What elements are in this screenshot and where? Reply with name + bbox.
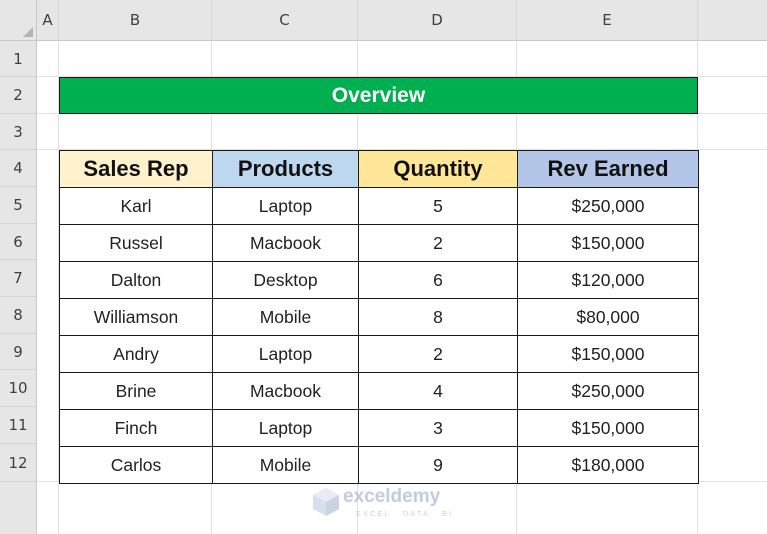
header-rev-earned[interactable]: Rev Earned bbox=[517, 150, 699, 188]
row-header-6[interactable]: 6 bbox=[0, 224, 37, 260]
cell-sales-rep[interactable]: Dalton bbox=[59, 261, 213, 299]
cell-sales-rep[interactable]: Russel bbox=[59, 224, 213, 262]
exceldemy-watermark: exceldemy EXCEL · DATA · BI bbox=[310, 486, 460, 520]
table-row: Dalton Desktop 6 $120,000 bbox=[59, 261, 699, 299]
cell-rev-earned[interactable]: $180,000 bbox=[517, 446, 699, 484]
column-header-c[interactable]: C bbox=[212, 0, 358, 41]
cell-rev-earned[interactable]: $250,000 bbox=[517, 187, 699, 225]
row-header-11[interactable]: 11 bbox=[0, 407, 37, 444]
table-row: Karl Laptop 5 $250,000 bbox=[59, 187, 699, 225]
cell-quantity[interactable]: 9 bbox=[358, 446, 518, 484]
cell-quantity[interactable]: 3 bbox=[358, 409, 518, 447]
row-header-5[interactable]: 5 bbox=[0, 187, 37, 224]
table-row: Carlos Mobile 9 $180,000 bbox=[59, 446, 699, 484]
overview-banner[interactable]: Overview bbox=[59, 77, 698, 114]
cell-rev-earned[interactable]: $250,000 bbox=[517, 372, 699, 410]
cell-quantity[interactable]: 4 bbox=[358, 372, 518, 410]
header-sales-rep[interactable]: Sales Rep bbox=[59, 150, 213, 188]
cell-sales-rep[interactable]: Brine bbox=[59, 372, 213, 410]
cell-sales-rep[interactable]: Andry bbox=[59, 335, 213, 373]
row-header-1[interactable]: 1 bbox=[0, 41, 37, 77]
row-header-empty bbox=[0, 482, 37, 534]
column-header-e[interactable]: E bbox=[517, 0, 698, 41]
cell-rev-earned[interactable]: $150,000 bbox=[517, 224, 699, 262]
cell-quantity[interactable]: 8 bbox=[358, 298, 518, 336]
table-row: Finch Laptop 3 $150,000 bbox=[59, 409, 699, 447]
table-header-row: Sales Rep Products Quantity Rev Earned bbox=[59, 150, 699, 188]
cell-quantity[interactable]: 2 bbox=[358, 224, 518, 262]
row-header-4[interactable]: 4 bbox=[0, 150, 37, 187]
sales-table: Sales Rep Products Quantity Rev Earned K… bbox=[59, 150, 699, 484]
table-row: Williamson Mobile 8 $80,000 bbox=[59, 298, 699, 336]
cell-rev-earned[interactable]: $150,000 bbox=[517, 409, 699, 447]
cell-rev-earned[interactable]: $120,000 bbox=[517, 261, 699, 299]
select-all-corner[interactable] bbox=[0, 0, 37, 41]
cell-quantity[interactable]: 6 bbox=[358, 261, 518, 299]
table-row: Andry Laptop 2 $150,000 bbox=[59, 335, 699, 373]
cell-rev-earned[interactable]: $80,000 bbox=[517, 298, 699, 336]
select-all-triangle-icon bbox=[23, 27, 33, 37]
cell-rev-earned[interactable]: $150,000 bbox=[517, 335, 699, 373]
cell-quantity[interactable]: 5 bbox=[358, 187, 518, 225]
row-header-12[interactable]: 12 bbox=[0, 444, 37, 482]
cell-product[interactable]: Desktop bbox=[212, 261, 359, 299]
row-header-7[interactable]: 7 bbox=[0, 260, 37, 297]
cell-product[interactable]: Laptop bbox=[212, 409, 359, 447]
watermark-brand: exceldemy bbox=[343, 486, 441, 507]
cell-product[interactable]: Macbook bbox=[212, 372, 359, 410]
watermark-tagline: EXCEL · DATA · BI bbox=[356, 509, 454, 518]
row-header-2[interactable]: 2 bbox=[0, 77, 37, 114]
row-header-9[interactable]: 9 bbox=[0, 334, 37, 370]
cell-product[interactable]: Mobile bbox=[212, 446, 359, 484]
cell-sales-rep[interactable]: Karl bbox=[59, 187, 213, 225]
cell-product[interactable]: Mobile bbox=[212, 298, 359, 336]
row-header-3[interactable]: 3 bbox=[0, 114, 37, 150]
table-row: Russel Macbook 2 $150,000 bbox=[59, 224, 699, 262]
header-quantity[interactable]: Quantity bbox=[358, 150, 518, 188]
cell-product[interactable]: Macbook bbox=[212, 224, 359, 262]
exceldemy-logo-icon bbox=[313, 488, 339, 516]
column-header-a[interactable]: A bbox=[37, 0, 59, 41]
row-header-10[interactable]: 10 bbox=[0, 370, 37, 407]
column-header-d[interactable]: D bbox=[358, 0, 517, 41]
cell-product[interactable]: Laptop bbox=[212, 335, 359, 373]
cell-sales-rep[interactable]: Carlos bbox=[59, 446, 213, 484]
column-header-empty bbox=[698, 0, 767, 41]
column-header-b[interactable]: B bbox=[59, 0, 212, 41]
cell-quantity[interactable]: 2 bbox=[358, 335, 518, 373]
row-header-8[interactable]: 8 bbox=[0, 297, 37, 334]
cell-sales-rep[interactable]: Finch bbox=[59, 409, 213, 447]
cell-sales-rep[interactable]: Williamson bbox=[59, 298, 213, 336]
table-row: Brine Macbook 4 $250,000 bbox=[59, 372, 699, 410]
cell-product[interactable]: Laptop bbox=[212, 187, 359, 225]
header-products[interactable]: Products bbox=[212, 150, 359, 188]
